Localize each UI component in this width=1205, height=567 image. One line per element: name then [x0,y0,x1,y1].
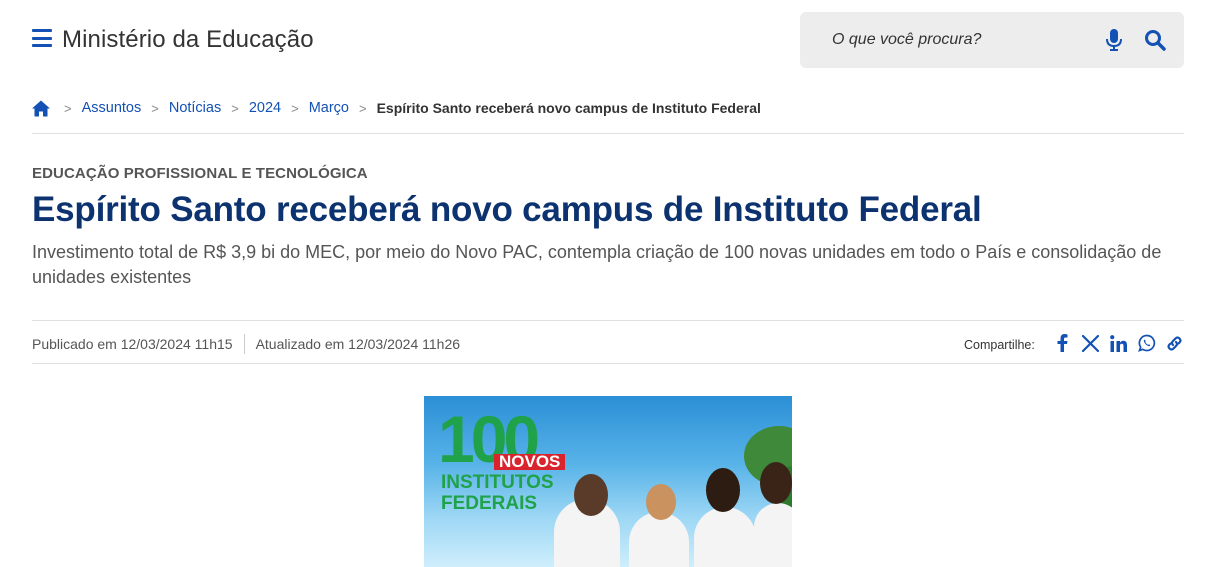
site-header: Ministério da Educação [32,12,1184,68]
person-figure [754,503,792,567]
person-figure [694,507,756,567]
chevron-right-icon: > [291,100,299,116]
link-icon[interactable] [1165,333,1185,353]
menu-icon[interactable] [32,29,52,47]
person-head [574,474,608,516]
divider [32,363,1184,364]
microphone-icon[interactable] [1105,29,1123,51]
chevron-right-icon: > [358,100,367,116]
article-subtitle: Investimento total de R$ 3,9 bi do MEC, … [32,242,1162,287]
chevron-right-icon: > [231,100,239,116]
share-label: Compartilhe: [964,338,1035,352]
breadcrumb-current: Espírito Santo receberá novo campus de I… [376,100,761,116]
hero-caption: INSTITUTOS FEDERAIS [441,472,554,514]
whatsapp-icon[interactable] [1137,333,1157,353]
linkedin-icon[interactable] [1109,333,1129,353]
article-category: EDUCAÇÃO PROFISSIONAL E TECNOLÓGICA [32,165,368,182]
chevron-right-icon: > [151,100,159,116]
hero-caption-line2: FEDERAIS [441,493,538,514]
search-input[interactable] [822,28,1092,52]
breadcrumb-item-noticias[interactable]: Notícias [169,100,221,116]
x-icon[interactable] [1081,333,1101,353]
site-title[interactable]: Ministério da Educação [62,26,314,54]
published-date: Publicado em 12/03/2024 11h15 [32,336,233,352]
search-icon[interactable] [1144,29,1166,51]
home-icon[interactable] [32,100,50,117]
share-bar: Compartilhe: [964,333,1185,353]
breadcrumb-item-marco[interactable]: Março [309,100,349,116]
breadcrumb: > Assuntos > Notícias > 2024 > Março > E… [32,98,761,118]
hero-caption-line1: INSTITUTOS [441,472,554,493]
article-hero-image: 100 NOVOS INSTITUTOS FEDERAIS [424,396,792,567]
breadcrumb-item-2024[interactable]: 2024 [249,100,281,116]
search-box [800,12,1184,68]
person-head [760,462,792,504]
article-meta: Publicado em 12/03/2024 11h15 Atualizado… [32,334,460,354]
divider [32,133,1184,134]
chevron-right-icon: > [64,100,72,116]
hero-badge: NOVOS [494,453,566,470]
person-figure [629,512,689,567]
person-head [646,484,676,520]
person-head [706,468,740,512]
divider [32,320,1184,321]
facebook-icon[interactable] [1053,333,1073,353]
meta-divider [243,334,245,354]
article-title: Espírito Santo receberá novo campus de I… [32,190,982,229]
updated-date: Atualizado em 12/03/2024 11h26 [255,336,461,352]
breadcrumb-item-assuntos[interactable]: Assuntos [82,100,142,116]
